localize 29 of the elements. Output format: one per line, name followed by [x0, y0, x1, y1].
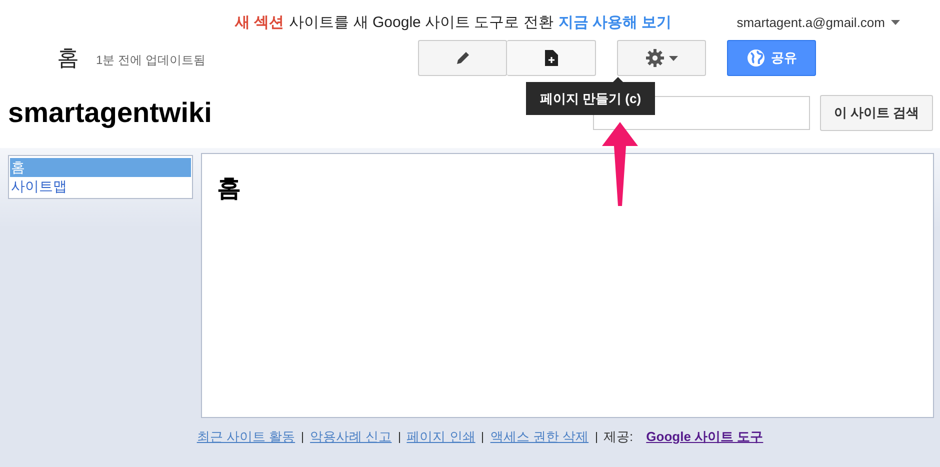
content-heading: 홈 — [217, 174, 241, 204]
sidebar-item[interactable]: 사이트맵 — [10, 177, 191, 196]
sidebar-item[interactable]: 홈 — [10, 158, 191, 177]
updated-time: 1분 전에 업데이트됨 — [96, 52, 206, 68]
banner-text: 사이트를 새 Google 사이트 도구로 전환 — [289, 12, 554, 32]
share-button[interactable]: 공유 — [727, 40, 816, 76]
tooltip: 페이지 만들기 (c) — [526, 82, 655, 115]
site-title[interactable]: smartagentwiki — [8, 97, 212, 129]
new-page-icon — [544, 50, 558, 66]
arrow-icon — [600, 122, 640, 206]
tooltip-pointer — [613, 77, 623, 82]
banner-link[interactable]: 지금 사용해 보기 — [558, 12, 672, 32]
settings-button[interactable] — [617, 40, 706, 76]
search-button[interactable]: 이 사이트 검색 — [820, 95, 933, 131]
caret-icon[interactable] — [891, 20, 900, 24]
footer-link[interactable]: 액세스 권한 삭제 — [490, 428, 589, 446]
globe-icon — [746, 49, 765, 67]
account-email[interactable]: smartagent.a@gmail.com — [736, 14, 885, 30]
gear-icon — [645, 48, 666, 68]
provided-label: 제공: — [604, 428, 634, 446]
new-page-button[interactable] — [507, 40, 596, 76]
footer-link[interactable]: Google 사이트 도구 — [646, 428, 764, 446]
banner-label: 새 섹션 — [235, 12, 284, 32]
footer-link[interactable]: 최근 사이트 활동 — [196, 428, 296, 446]
page-title: 홈 — [57, 44, 79, 72]
pencil-icon — [454, 50, 471, 66]
caret-icon — [669, 56, 678, 60]
footer-link[interactable]: 악용사례 신고 — [310, 428, 392, 446]
footer-link[interactable]: 페이지 인쇄 — [406, 428, 476, 446]
